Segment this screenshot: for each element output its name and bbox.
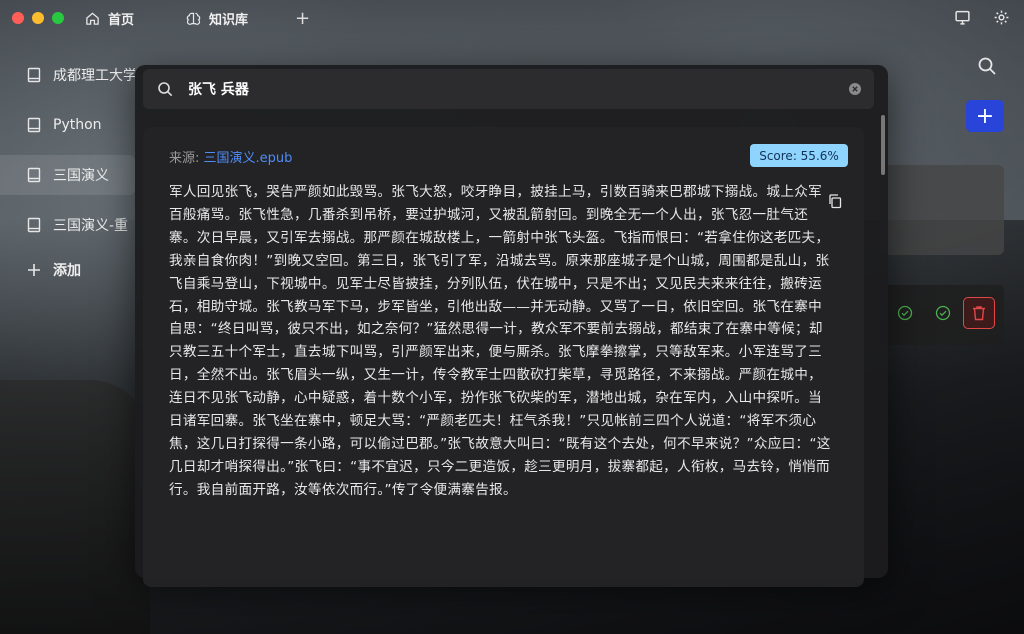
home-icon bbox=[86, 12, 99, 25]
add-document-button[interactable]: + bbox=[966, 100, 1004, 132]
gear-icon[interactable] bbox=[993, 9, 1010, 26]
delete-button[interactable] bbox=[963, 297, 995, 329]
sidebar-item-label: Python bbox=[53, 117, 102, 133]
window-controls bbox=[12, 12, 64, 24]
check-circle-icon[interactable] bbox=[897, 305, 913, 321]
book-icon bbox=[27, 167, 41, 183]
search-icon[interactable] bbox=[977, 56, 997, 76]
close-window-button[interactable] bbox=[12, 12, 24, 24]
tab-knowledge-base[interactable]: 知识库 bbox=[186, 9, 248, 28]
minimize-window-button[interactable] bbox=[32, 12, 44, 24]
sidebar-item-label: 成都理工大学 bbox=[53, 68, 135, 84]
maximize-window-button[interactable] bbox=[52, 12, 64, 24]
title-bar: 首页 知识库 + bbox=[0, 0, 1024, 36]
search-result-card: 来源: 三国演义.epub Score: 55.6% 军人回见张飞，哭告严颜如此… bbox=[143, 127, 864, 587]
tab-home[interactable]: 首页 bbox=[85, 9, 134, 28]
book-icon bbox=[27, 217, 41, 233]
scrollbar[interactable] bbox=[881, 115, 885, 175]
sidebar-item-label: 三国演义 bbox=[53, 168, 109, 184]
background-figure bbox=[0, 380, 150, 634]
sidebar-item-python[interactable]: Python bbox=[0, 105, 135, 145]
search-icon bbox=[158, 82, 173, 97]
check-circle-icon[interactable] bbox=[935, 305, 951, 321]
sidebar-item-sanguo[interactable]: 三国演义 bbox=[0, 155, 135, 195]
plus-icon bbox=[28, 264, 40, 276]
source-file-link[interactable]: 三国演义.epub bbox=[204, 151, 293, 166]
search-modal: 来源: 三国演义.epub Score: 55.6% 军人回见张飞，哭告严颜如此… bbox=[135, 65, 888, 587]
tab-knowledge-base-label: 知识库 bbox=[209, 13, 249, 28]
source-label: 来源: bbox=[169, 151, 200, 166]
score-badge: Score: 55.6% bbox=[750, 144, 848, 167]
book-icon bbox=[27, 67, 41, 83]
add-label: 添加 bbox=[53, 263, 81, 279]
add-knowledge-base-button[interactable]: 添加 bbox=[0, 255, 135, 285]
sidebar-item-cdut[interactable]: 成都理工大学 bbox=[0, 55, 135, 95]
add-tab-button[interactable]: + bbox=[295, 8, 310, 29]
result-text: 军人回见张飞，哭告严颜如此毁骂。张飞大怒，咬牙睁目，披挂上马，引数百骑来巴郡城下… bbox=[169, 184, 831, 498]
brain-icon bbox=[186, 12, 201, 25]
result-source: 来源: 三国演义.epub bbox=[169, 147, 292, 166]
document-card bbox=[880, 165, 1004, 255]
sidebar-item-sanguo-2[interactable]: 三国演义-重 bbox=[0, 205, 135, 245]
tab-home-label: 首页 bbox=[108, 13, 135, 28]
clear-icon[interactable] bbox=[848, 82, 862, 96]
book-icon bbox=[27, 117, 41, 133]
search-input[interactable] bbox=[188, 81, 848, 97]
search-bar bbox=[143, 69, 874, 109]
sidebar-item-label: 三国演义-重 bbox=[53, 218, 129, 234]
sidebar: 成都理工大学 Python 三国演义 三国演义-重 添加 bbox=[0, 55, 135, 285]
titlebar-actions bbox=[954, 9, 1010, 26]
trash-icon bbox=[973, 306, 985, 321]
monitor-icon[interactable] bbox=[954, 9, 971, 26]
